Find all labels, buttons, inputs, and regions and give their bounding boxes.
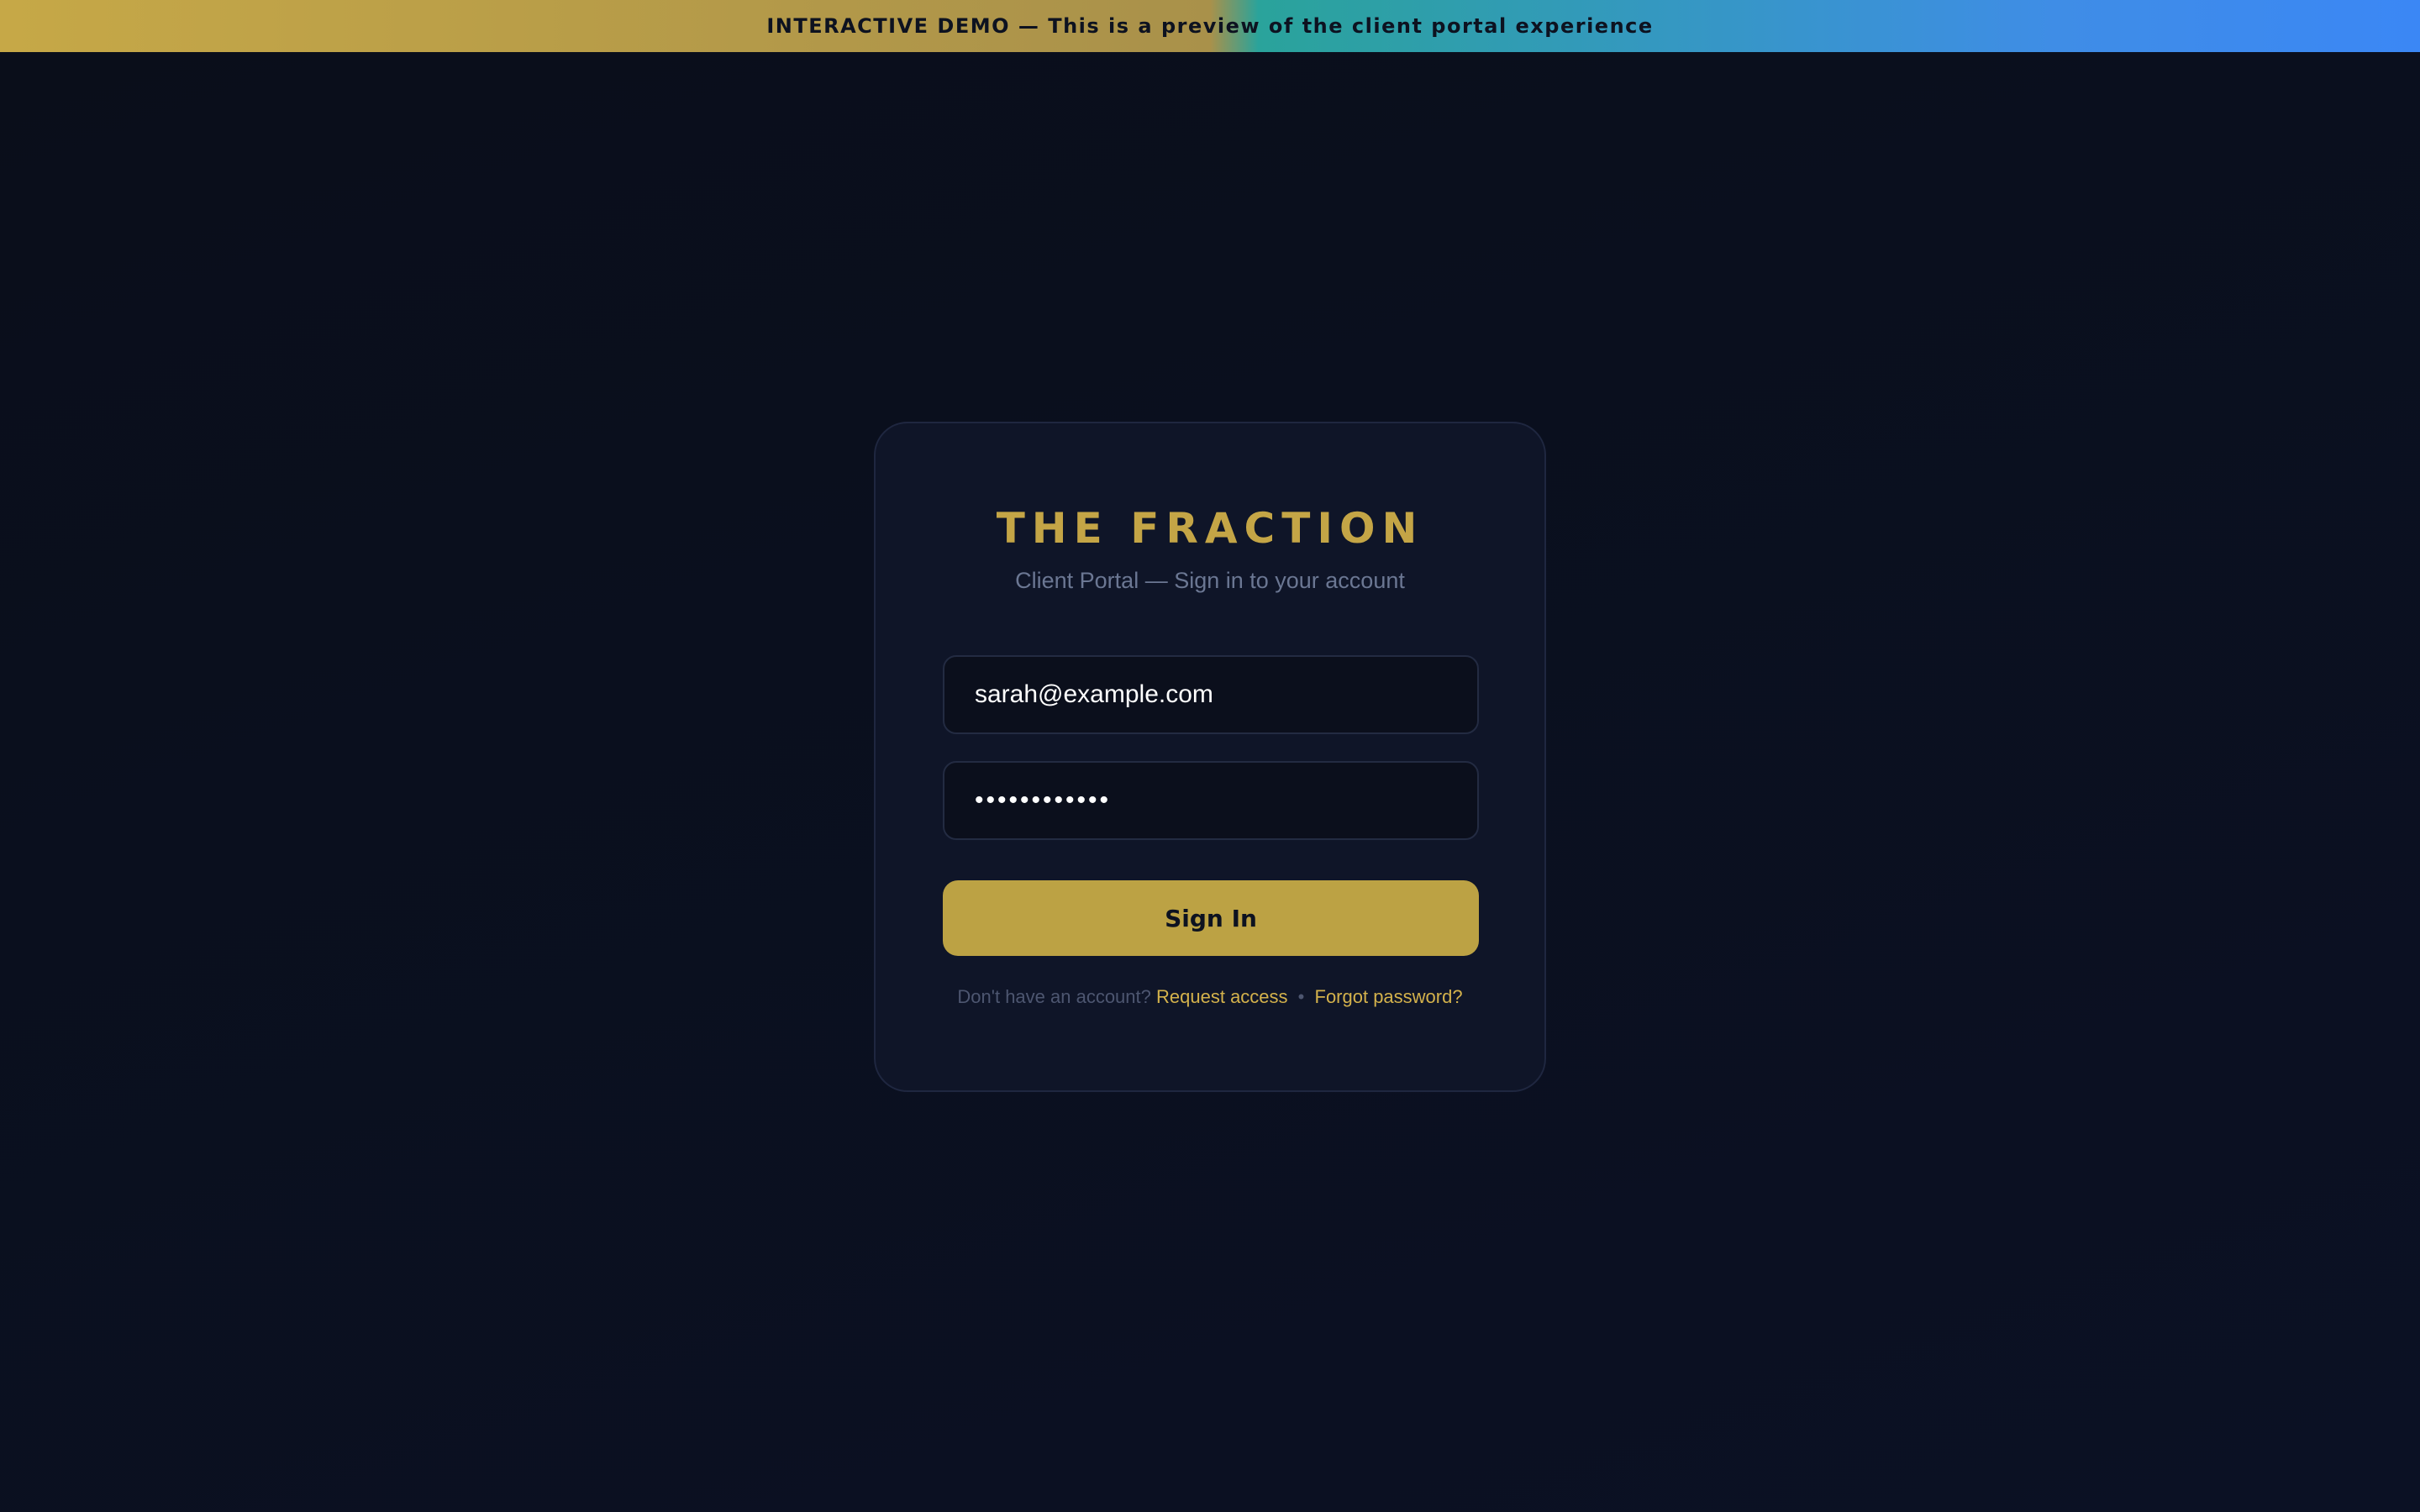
account-prompt: Don't have an account? — [957, 986, 1151, 1007]
demo-banner: INTERACTIVE DEMO — This is a preview of … — [0, 0, 2420, 52]
request-access-link[interactable]: Request access — [1156, 986, 1288, 1007]
brand-title: THE FRACTION — [996, 504, 1424, 553]
login-subtitle: Client Portal — Sign in to your account — [1015, 568, 1405, 593]
demo-banner-text: INTERACTIVE DEMO — This is a preview of … — [766, 14, 1654, 38]
email-input[interactable] — [943, 655, 1479, 734]
login-footer: Don't have an account? Request access • … — [876, 986, 1544, 1008]
password-input[interactable] — [943, 761, 1479, 840]
sign-in-button[interactable]: Sign In — [943, 880, 1479, 956]
footer-separator: • — [1297, 986, 1305, 1007]
login-card: THE FRACTION Client Portal — Sign in to … — [874, 422, 1546, 1092]
forgot-password-link[interactable]: Forgot password? — [1315, 986, 1463, 1007]
